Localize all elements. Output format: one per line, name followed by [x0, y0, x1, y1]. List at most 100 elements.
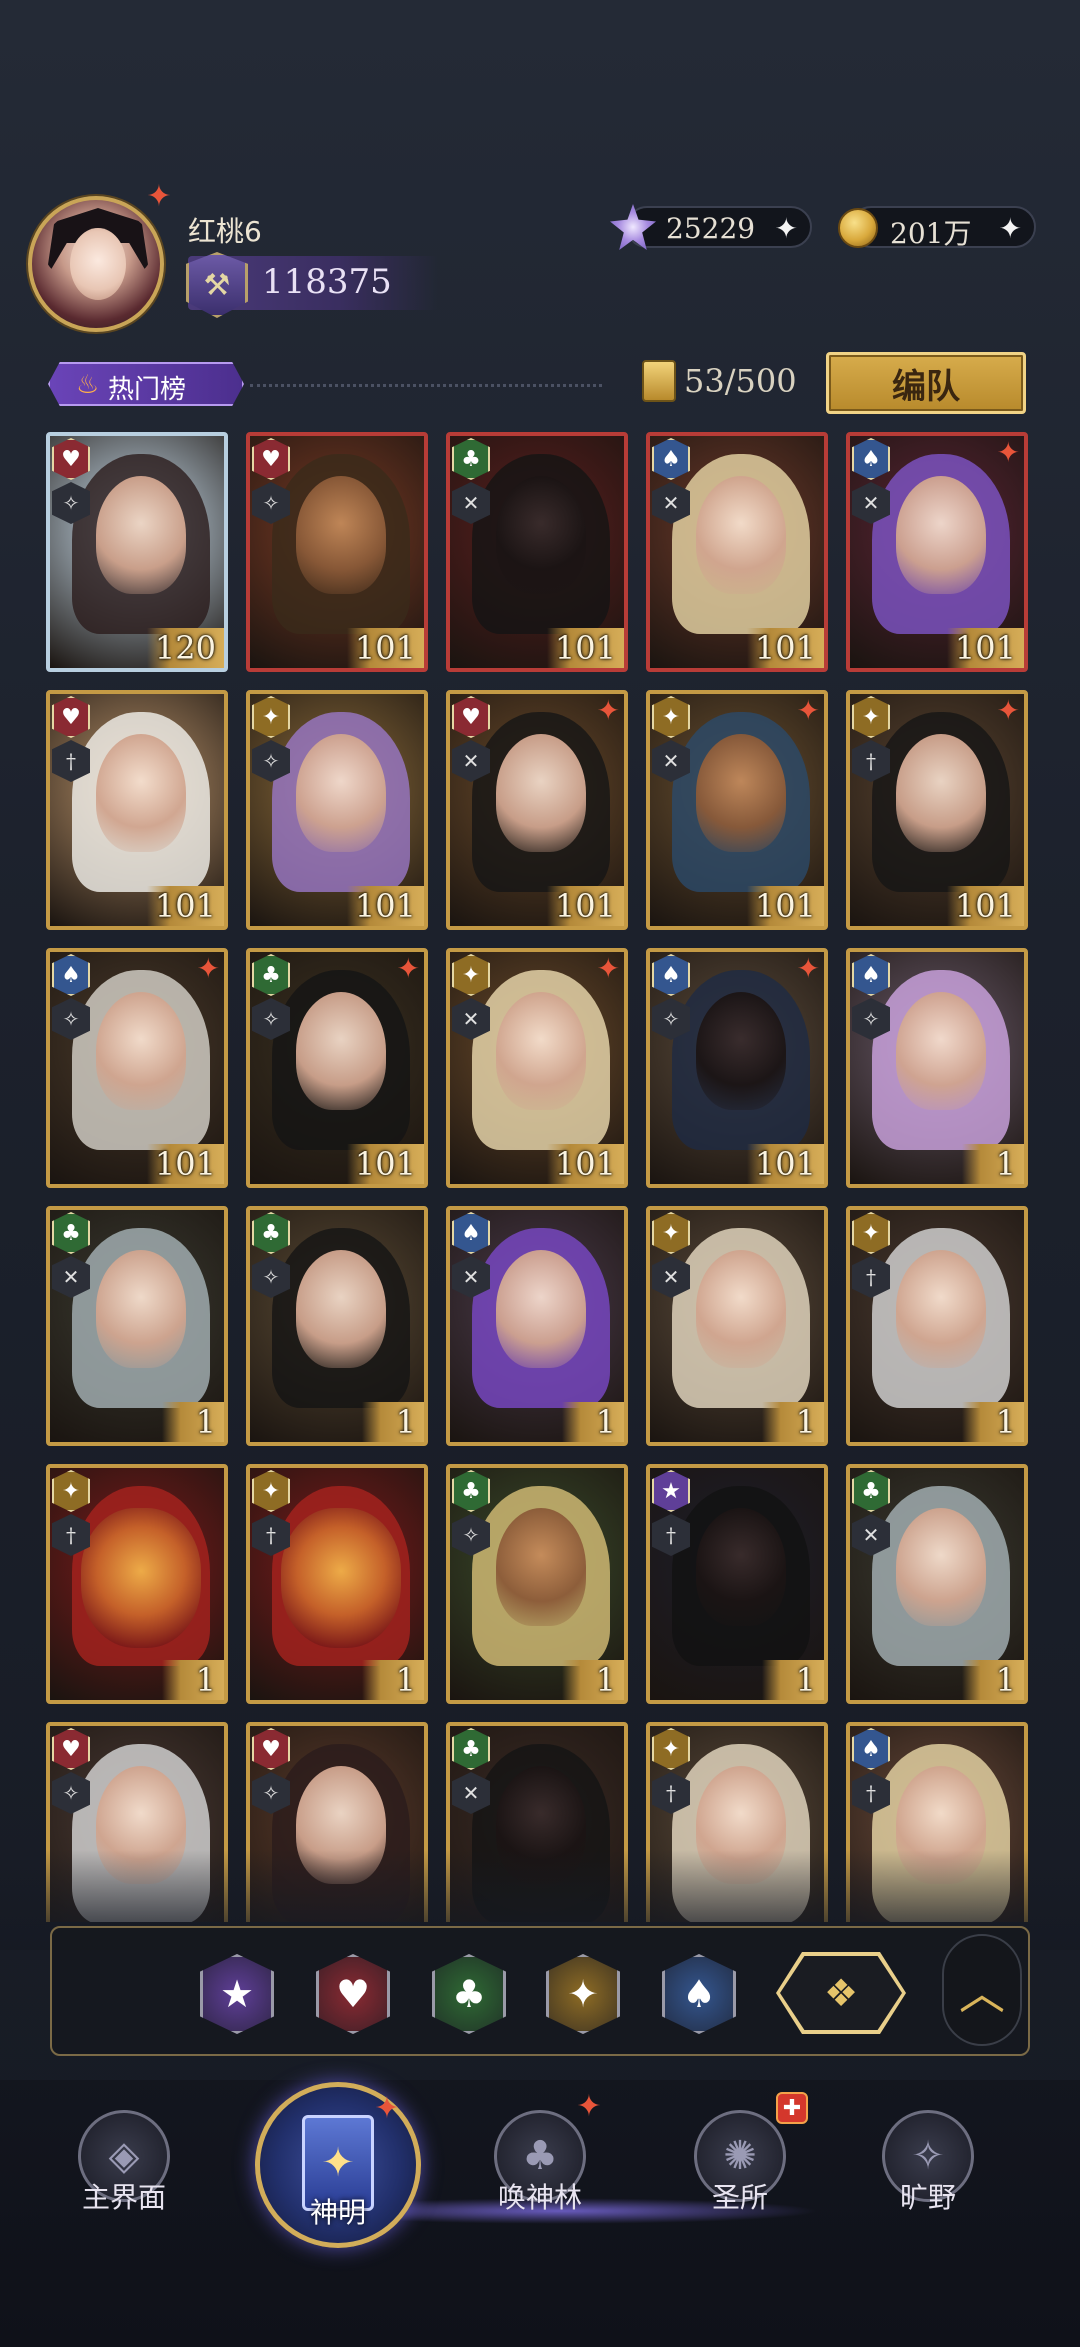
- upgrade-sparkle-icon: ✦: [196, 952, 220, 985]
- god-card[interactable]: ♠ ✧ ✦ 101: [646, 948, 828, 1188]
- god-card[interactable]: ♥ ✕ ✦ 101: [446, 690, 628, 930]
- upgrade-sparkle-icon: ✦: [996, 694, 1020, 727]
- gem-add-icon[interactable]: ✦: [775, 212, 798, 245]
- card-character-portrait: [696, 1508, 786, 1626]
- god-card[interactable]: ♣ ✕ 101: [446, 432, 628, 672]
- all-suits-icon: ❖: [780, 1956, 902, 2030]
- card-level: 101: [354, 1145, 416, 1183]
- level-tab: 101: [546, 628, 624, 668]
- level-tab: 1: [562, 1402, 624, 1442]
- avatar-face: [70, 228, 126, 300]
- upgrade-sparkle-icon: ✦: [796, 694, 820, 727]
- card-level: 1: [995, 1661, 1016, 1699]
- upgrade-sparkle-icon: ✦: [396, 952, 420, 985]
- card-character-portrait: [896, 734, 986, 852]
- player-name: 红桃6: [188, 215, 262, 248]
- coin-icon: [838, 208, 878, 248]
- level-tab: 101: [546, 1144, 624, 1184]
- god-card[interactable]: ✦ ✧ 101: [246, 690, 428, 930]
- level-tab: 1: [362, 1660, 424, 1700]
- card-level: 1: [395, 1403, 416, 1441]
- god-card[interactable]: ★ † 1: [646, 1464, 828, 1704]
- card-level: 101: [754, 887, 816, 925]
- card-level: 101: [954, 887, 1016, 925]
- card-level: 101: [154, 887, 216, 925]
- level-tab: 1: [762, 1660, 824, 1700]
- nav-main[interactable]: ◈ 主界面: [34, 2110, 214, 2240]
- god-card[interactable]: ♥ † 101: [46, 690, 228, 930]
- card-character-portrait: [496, 992, 586, 1110]
- card-level: 101: [754, 1145, 816, 1183]
- nav-label: 唤神林: [497, 2181, 582, 2214]
- god-card[interactable]: ✦ ✕ 1: [646, 1206, 828, 1446]
- hot-ranking-tab[interactable]: ♨ 热门榜: [48, 362, 244, 406]
- card-character-portrait: [81, 1508, 201, 1648]
- card-character-portrait: [896, 992, 986, 1110]
- god-card[interactable]: ✦ † 1: [246, 1464, 428, 1704]
- god-card[interactable]: ✦ † 1: [846, 1206, 1028, 1446]
- hot-ranking-label: 热门榜: [108, 375, 187, 405]
- god-card[interactable]: ♠ ✧ ✦ 101: [46, 948, 228, 1188]
- nav-summon[interactable]: ♣ 唤神林: [450, 2110, 630, 2240]
- level-tab: 1: [762, 1402, 824, 1442]
- card-level: 1: [595, 1661, 616, 1699]
- god-card[interactable]: ♥ ✧ 120: [46, 432, 228, 672]
- level-tab: 120: [146, 628, 224, 668]
- filter-all-button[interactable]: ❖: [776, 1952, 906, 2034]
- gem-amount: 25229: [666, 212, 756, 245]
- god-card[interactable]: ♠ ✕ ✦ 101: [846, 432, 1028, 672]
- level-tab: 101: [346, 1144, 424, 1184]
- level-tab: 101: [746, 1144, 824, 1184]
- god-card[interactable]: ✦ ✕ ✦ 101: [646, 690, 828, 930]
- god-card[interactable]: ✦ † ✦ 101: [846, 690, 1028, 930]
- level-tab: 101: [946, 628, 1024, 668]
- god-card[interactable]: ✦ † 1: [46, 1464, 228, 1704]
- card-level: 101: [954, 629, 1016, 667]
- card-level: 120: [154, 629, 216, 667]
- god-card[interactable]: ♣ ✕ 1: [846, 1464, 1028, 1704]
- god-card[interactable]: ♠ ✧ 1: [846, 948, 1028, 1188]
- upgrade-sparkle-icon: ✦: [596, 694, 620, 727]
- card-character-portrait: [496, 476, 586, 594]
- god-card[interactable]: ♠ ✕ 101: [646, 432, 828, 672]
- nav-label: 圣所: [711, 2181, 768, 2214]
- flame-icon: ♨: [76, 370, 100, 400]
- god-card[interactable]: ♣ ✧ ✦ 101: [246, 948, 428, 1188]
- team-formation-button[interactable]: 编队: [826, 352, 1026, 414]
- card-level: 101: [354, 887, 416, 925]
- card-character-portrait: [281, 1508, 401, 1648]
- nav-wild[interactable]: ✧ 旷野: [838, 2110, 1018, 2240]
- card-level: 101: [354, 629, 416, 667]
- player-avatar[interactable]: [28, 196, 164, 332]
- gem-currency[interactable]: 25229 ✦: [626, 206, 812, 248]
- god-card[interactable]: ✦ ✕ ✦ 101: [446, 948, 628, 1188]
- card-level: 1: [195, 1661, 216, 1699]
- nav-sanctuary[interactable]: ✺ 圣所: [650, 2110, 830, 2240]
- god-card[interactable]: ♣ ✧ 1: [446, 1464, 628, 1704]
- card-character-portrait: [496, 1508, 586, 1626]
- card-slot-icon: [642, 360, 676, 402]
- card-level: 1: [795, 1403, 816, 1441]
- level-tab: 1: [962, 1402, 1024, 1442]
- card-level: 101: [554, 1145, 616, 1183]
- card-character-portrait: [696, 734, 786, 852]
- gods-notification-sparkle-icon: ✦: [374, 2091, 400, 2126]
- card-level: 1: [395, 1661, 416, 1699]
- card-level: 101: [554, 629, 616, 667]
- god-card[interactable]: ♣ ✧ 1: [246, 1206, 428, 1446]
- level-tab: 101: [346, 886, 424, 926]
- card-capacity: 53/500: [684, 362, 797, 400]
- level-tab: 101: [746, 628, 824, 668]
- card-character-portrait: [96, 476, 186, 594]
- card-character-portrait: [696, 1250, 786, 1368]
- coin-add-icon[interactable]: ✦: [999, 212, 1022, 245]
- god-card[interactable]: ♠ ✕ 1: [446, 1206, 628, 1446]
- level-tab: 101: [346, 628, 424, 668]
- coin-amount: 201万: [890, 217, 972, 250]
- card-level: 101: [754, 629, 816, 667]
- god-card[interactable]: ♣ ✕ 1: [46, 1206, 228, 1446]
- collapse-filter-button[interactable]: ︿: [942, 1934, 1022, 2046]
- god-card[interactable]: ♥ ✧ 101: [246, 432, 428, 672]
- level-tab: 1: [562, 1660, 624, 1700]
- upgrade-sparkle-icon: ✦: [796, 952, 820, 985]
